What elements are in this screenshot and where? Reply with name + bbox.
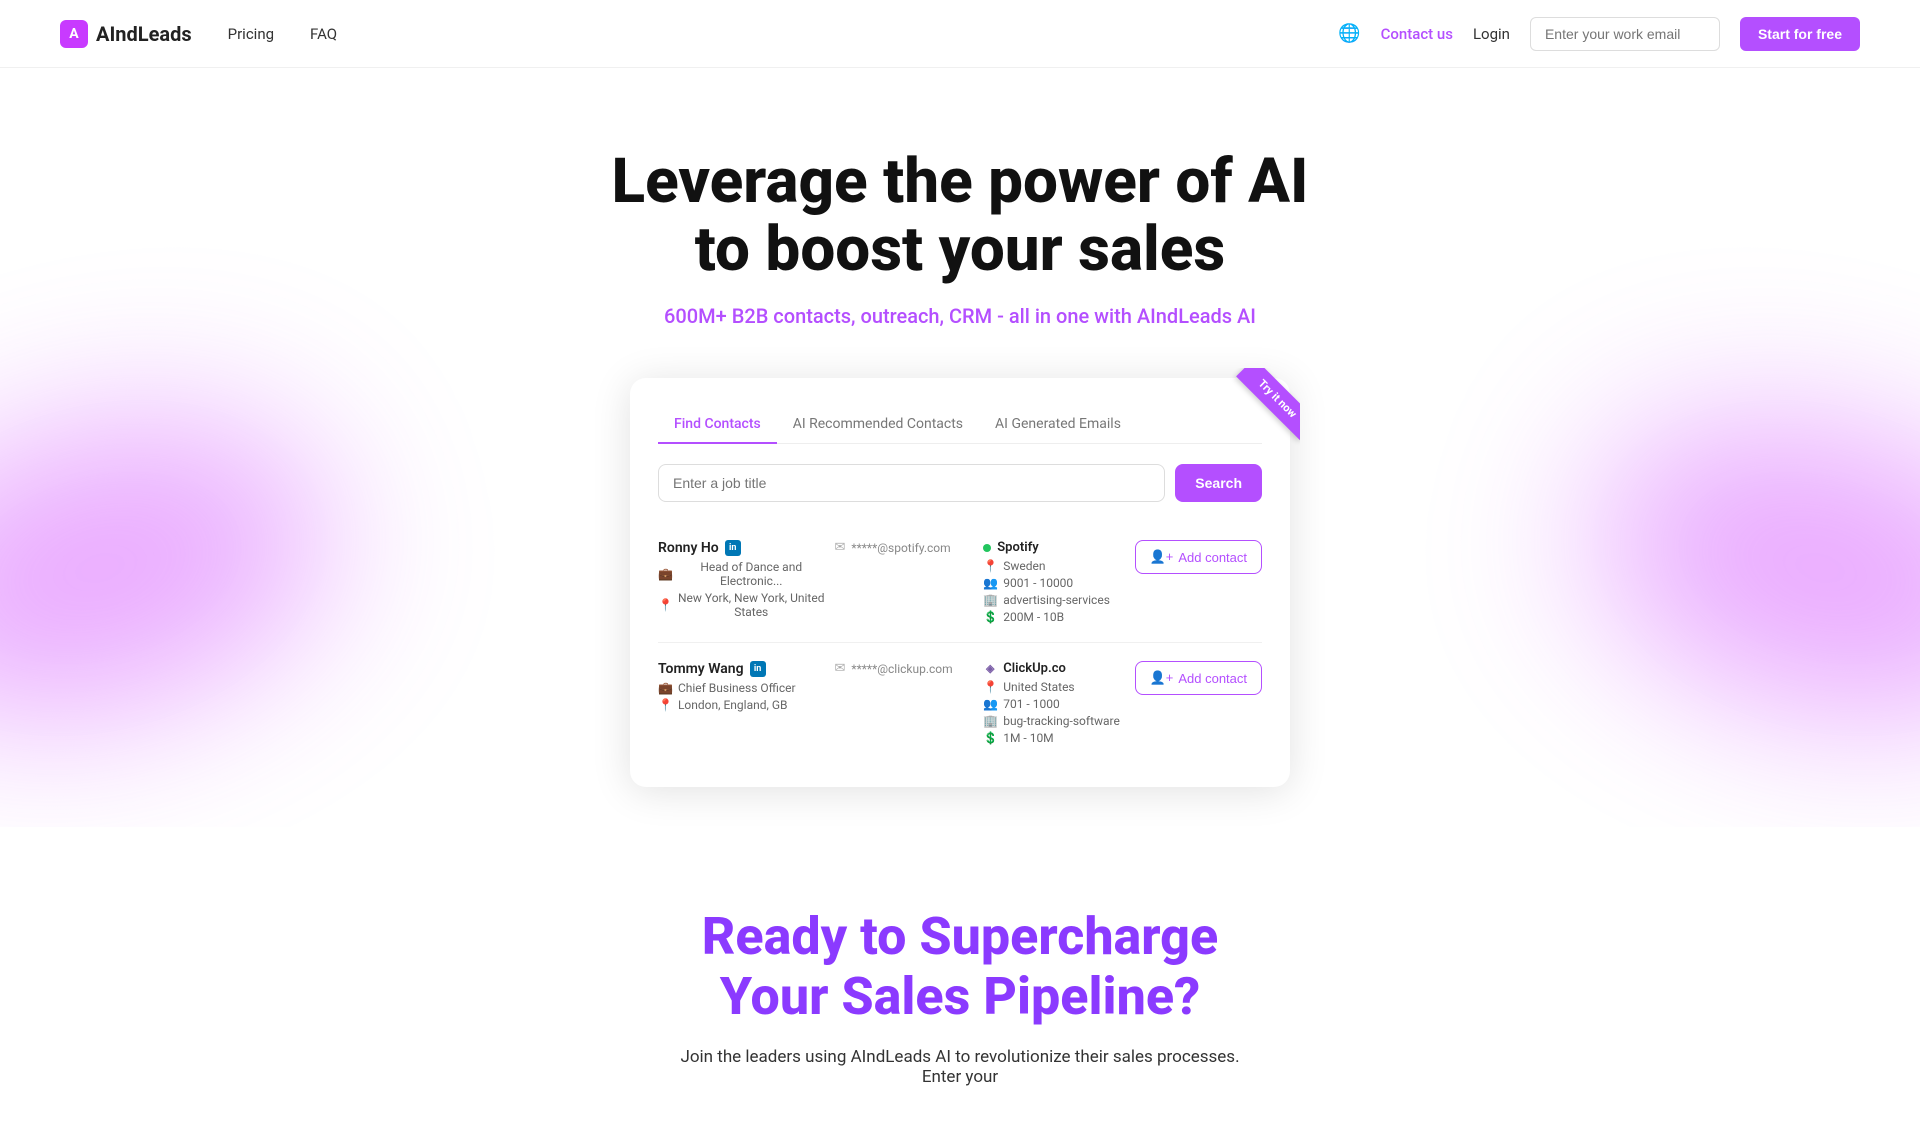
company-revenue-tommy: 💲 1M - 10M <box>983 731 1122 745</box>
hero-subtitle: 600M+ B2B contacts, outreach, CRM - all … <box>20 304 1900 328</box>
job-title-input[interactable] <box>658 464 1165 502</box>
cta-line2: Your Sales Pipeline? <box>720 966 1201 1027</box>
cta-title: Ready to Supercharge Your Sales Pipeline… <box>20 907 1900 1027</box>
money-icon-tommy: 💲 <box>983 731 998 745</box>
contact-email-ronny: ✉ *****@spotify.com <box>835 540 974 559</box>
company-industry-ronny: 🏢 advertising-services <box>983 593 1122 607</box>
company-info-tommy: ◈ ClickUp.co 📍 United States 👥 701 - 100… <box>983 661 1122 745</box>
company-country-tommy: 📍 United States <box>983 680 1122 694</box>
people-icon-tommy: 👥 <box>983 697 998 711</box>
company-industry-tommy: 🏢 bug-tracking-software <box>983 714 1122 728</box>
email-row-ronny: ✉ *****@spotify.com <box>835 540 974 555</box>
linkedin-icon-ronny[interactable]: in <box>725 540 741 556</box>
add-icon-tommy: 👤+ <box>1150 670 1174 686</box>
contact-info-tommy: Tommy Wang in 💼 Chief Business Officer 📍… <box>658 661 825 712</box>
logo-icon: A <box>60 20 88 48</box>
pin-icon-ronny: 📍 <box>658 598 673 612</box>
headline-line1: Leverage the power of AI <box>612 145 1309 218</box>
contact-name-ronny: Ronny Ho in <box>658 540 825 556</box>
search-button[interactable]: Search <box>1175 464 1262 502</box>
company-name-ronny: Spotify <box>983 540 1122 555</box>
contact-title-tommy: 💼 Chief Business Officer <box>658 681 825 695</box>
faq-link[interactable]: FAQ <box>310 25 337 43</box>
contact-info-ronny: Ronny Ho in 💼 Head of Dance and Electron… <box>658 540 825 619</box>
logo[interactable]: A AIndLeads <box>60 20 192 48</box>
logo-text: AIndLeads <box>96 22 192 46</box>
linkedin-icon-tommy[interactable]: in <box>750 661 766 677</box>
cta-section: Ready to Supercharge Your Sales Pipeline… <box>0 827 1920 1147</box>
company-country-ronny: 📍 Sweden <box>983 559 1122 573</box>
globe-icon[interactable]: 🌐 <box>1338 23 1360 44</box>
nav-left: A AIndLeads Pricing FAQ <box>60 20 337 48</box>
tab-ai-emails[interactable]: AI Generated Emails <box>979 406 1137 444</box>
add-contact-button-tommy[interactable]: 👤+ Add contact <box>1135 661 1262 695</box>
people-icon-ronny: 👥 <box>983 576 998 590</box>
add-contact-button-ronny[interactable]: 👤+ Add contact <box>1135 540 1262 574</box>
tab-find-contacts[interactable]: Find Contacts <box>658 406 777 444</box>
email-icon-tommy: ✉ <box>835 661 846 676</box>
add-icon-ronny: 👤+ <box>1150 549 1174 565</box>
login-link[interactable]: Login <box>1473 25 1510 43</box>
nav-right: 🌐 Contact us Login Start for free <box>1338 17 1860 51</box>
headline-line2: to boost your sales <box>695 213 1226 286</box>
contact-title-ronny: 💼 Head of Dance and Electronic... <box>658 560 825 588</box>
search-row: Search <box>658 464 1262 502</box>
industry-icon-ronny: 🏢 <box>983 593 998 607</box>
contact-link[interactable]: Contact us <box>1381 25 1453 43</box>
cta-line1: Ready to Supercharge <box>702 906 1218 967</box>
briefcase-icon-ronny: 💼 <box>658 567 673 581</box>
location-icon-ronny: 📍 <box>983 559 998 573</box>
location-icon-tommy: 📍 <box>983 680 998 694</box>
add-contact-col-ronny: 👤+ Add contact <box>1132 540 1262 574</box>
company-employees-ronny: 👥 9001 - 10000 <box>983 576 1122 590</box>
pricing-link[interactable]: Pricing <box>228 25 274 43</box>
nav-email-input[interactable] <box>1530 17 1720 51</box>
try-ribbon-text: Try it now <box>1236 368 1300 440</box>
add-contact-col-tommy: 👤+ Add contact <box>1132 661 1262 695</box>
hero-headline: Leverage the power of AI to boost your s… <box>20 148 1900 284</box>
company-revenue-ronny: 💲 200M - 10B <box>983 610 1122 624</box>
demo-container: Try it now Find Contacts AI Recommended … <box>630 378 1290 787</box>
email-icon-ronny: ✉ <box>835 540 846 555</box>
start-free-button[interactable]: Start for free <box>1740 17 1860 51</box>
tabs-row: Find Contacts AI Recommended Contacts AI… <box>658 406 1262 444</box>
cta-subtitle: Join the leaders using AIndLeads AI to r… <box>660 1047 1260 1087</box>
pin-icon-tommy: 📍 <box>658 698 673 712</box>
contact-name-tommy: Tommy Wang in <box>658 661 825 677</box>
clickup-icon: ◈ <box>983 662 997 676</box>
company-name-tommy: ◈ ClickUp.co <box>983 661 1122 676</box>
blob-left <box>0 358 380 777</box>
navbar: A AIndLeads Pricing FAQ 🌐 Contact us Log… <box>0 0 1920 68</box>
blob-right <box>1540 358 1920 777</box>
try-ribbon: Try it now <box>1210 368 1300 458</box>
contact-email-tommy: ✉ *****@clickup.com <box>835 661 974 680</box>
industry-icon-tommy: 🏢 <box>983 714 998 728</box>
contact-location-ronny: 📍 New York, New York, United States <box>658 591 825 619</box>
tab-ai-recommended[interactable]: AI Recommended Contacts <box>777 406 979 444</box>
email-row-tommy: ✉ *****@clickup.com <box>835 661 974 676</box>
money-icon-ronny: 💲 <box>983 610 998 624</box>
contact-row-tommy: Tommy Wang in 💼 Chief Business Officer 📍… <box>658 643 1262 763</box>
contact-location-tommy: 📍 London, England, GB <box>658 698 825 712</box>
company-employees-tommy: 👥 701 - 1000 <box>983 697 1122 711</box>
briefcase-icon-tommy: 💼 <box>658 681 673 695</box>
active-dot-ronny <box>983 544 991 552</box>
hero-section: Leverage the power of AI to boost your s… <box>0 68 1920 827</box>
contact-row-ronny: Ronny Ho in 💼 Head of Dance and Electron… <box>658 522 1262 643</box>
demo-card: Try it now Find Contacts AI Recommended … <box>630 378 1290 787</box>
company-info-ronny: Spotify 📍 Sweden 👥 9001 - 10000 🏢 advert… <box>983 540 1122 624</box>
